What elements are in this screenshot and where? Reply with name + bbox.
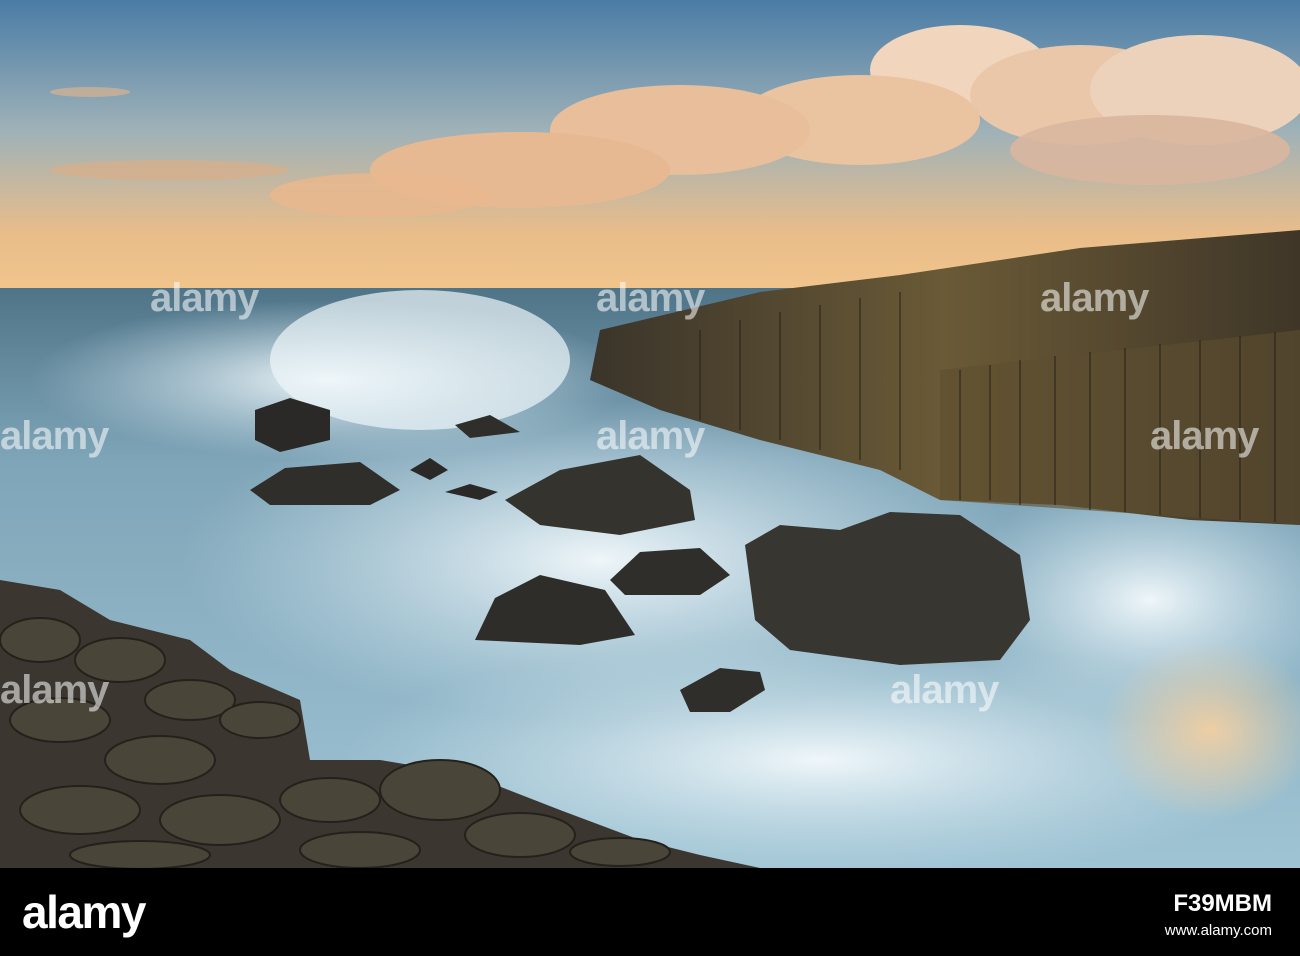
stock-photo-page: alamy alamy alamy alamy alamy alamy alam… xyxy=(0,0,1300,956)
site-url[interactable]: www.alamy.com xyxy=(1165,922,1272,940)
footer-bar: alamy F39MBM www.alamy.com xyxy=(0,868,1300,956)
coastal-sunset-photo xyxy=(0,0,1300,868)
image-id: F39MBM xyxy=(1173,890,1272,917)
alamy-logo[interactable]: alamy xyxy=(22,886,146,938)
